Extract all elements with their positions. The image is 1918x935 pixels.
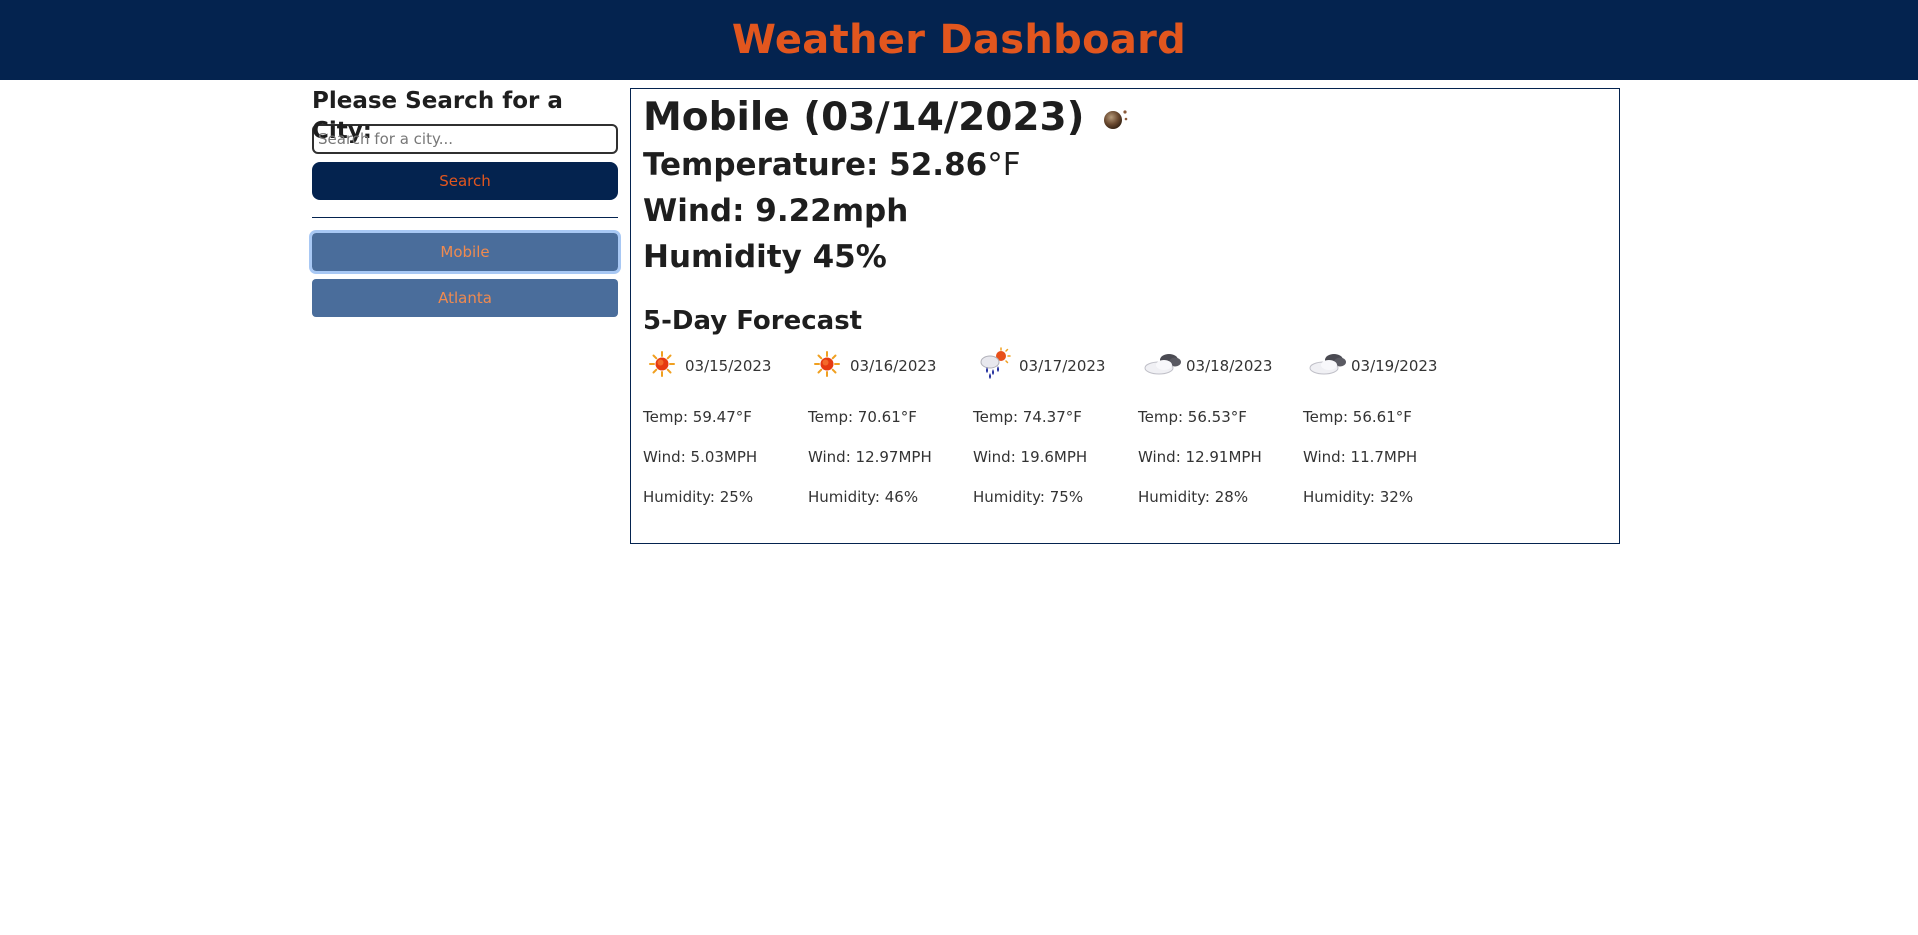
search-heading: Please Search for a City: (312, 88, 563, 144)
forecast-card: 03/19/2023 Temp: 56.61°F Wind: 11.7MPH H… (1303, 349, 1468, 517)
forecast-card-header: 03/18/2023 (1138, 349, 1303, 383)
forecast-card-header: 03/16/2023 (808, 349, 973, 383)
current-weather-header: Mobile (03/14/2023) (643, 94, 1619, 142)
forecast-humidity: Humidity: 28% (1138, 488, 1249, 506)
forecast-wind: Wind: 5.03MPH (643, 448, 758, 466)
header-bar: Weather Dashboard (0, 0, 1918, 80)
sidebar: Please Search for a City: Search Mobile … (309, 86, 621, 325)
forecast-wind: Wind: 12.97MPH (808, 448, 932, 466)
forecast-temp: Temp: 59.47°F (643, 408, 752, 426)
forecast-date: 03/19/2023 (1351, 357, 1438, 375)
cloudy-icon (1307, 349, 1349, 383)
temperature-unit: °F (987, 147, 1021, 183)
forecast-date: 03/15/2023 (685, 357, 772, 375)
forecast-humidity: Humidity: 25% (643, 488, 754, 506)
sun-icon (812, 349, 842, 383)
forecast-list: 03/15/2023 Temp: 59.47°F Wind: 5.03MPH H… (643, 347, 1619, 517)
forecast-temp: Temp: 56.53°F (1138, 408, 1247, 426)
search-button[interactable]: Search (312, 162, 618, 200)
current-temperature: Temperature: 52.86°F (643, 142, 1619, 188)
forecast-card: 03/16/2023 Temp: 70.61°F Wind: 12.97MPH … (808, 349, 973, 517)
forecast-card-header: 03/15/2023 (643, 349, 808, 383)
current-wind: Wind: 9.22mph (643, 193, 909, 229)
forecast-temp: Temp: 74.37°F (973, 408, 1082, 426)
forecast-card: 03/15/2023 Temp: 59.47°F Wind: 5.03MPH H… (643, 349, 808, 517)
forecast-wind: Wind: 11.7MPH (1303, 448, 1418, 466)
forecast-humidity: Humidity: 46% (808, 488, 919, 506)
forecast-heading: 5-Day Forecast (643, 306, 863, 336)
rain-sun-icon (977, 347, 1011, 385)
forecast-card-header: 03/19/2023 (1303, 349, 1468, 383)
forecast-card-header: 03/17/2023 (973, 347, 1138, 385)
current-humidity: Humidity 45% (643, 239, 887, 275)
history-button-atlanta[interactable]: Atlanta (312, 279, 618, 317)
forecast-wind: Wind: 12.91MPH (1138, 448, 1262, 466)
forecast-date: 03/18/2023 (1186, 357, 1273, 375)
page-title: Weather Dashboard (731, 17, 1187, 63)
current-city-date: Mobile (03/14/2023) (643, 95, 1085, 140)
sidebar-divider (312, 217, 618, 218)
forecast-temp: Temp: 56.61°F (1303, 408, 1412, 426)
current-temperature-value: Temperature: 52.86 (643, 147, 988, 183)
moon-icon (1099, 102, 1131, 134)
forecast-wind: Wind: 19.6MPH (973, 448, 1088, 466)
forecast-card: 03/18/2023 Temp: 56.53°F Wind: 12.91MPH … (1138, 349, 1303, 517)
forecast-date: 03/17/2023 (1019, 357, 1106, 375)
weather-panel: Mobile (03/14/2023) Temperature: 52.86°F… (630, 88, 1620, 544)
forecast-humidity: Humidity: 75% (973, 488, 1084, 506)
history-button-mobile[interactable]: Mobile (309, 230, 621, 274)
search-history: Mobile Atlanta (309, 230, 621, 317)
cloudy-icon (1142, 349, 1184, 383)
sun-icon (647, 349, 677, 383)
forecast-temp: Temp: 70.61°F (808, 408, 917, 426)
forecast-humidity: Humidity: 32% (1303, 488, 1414, 506)
forecast-card: 03/17/2023 Temp: 74.37°F Wind: 19.6MPH H… (973, 347, 1138, 517)
forecast-date: 03/16/2023 (850, 357, 937, 375)
